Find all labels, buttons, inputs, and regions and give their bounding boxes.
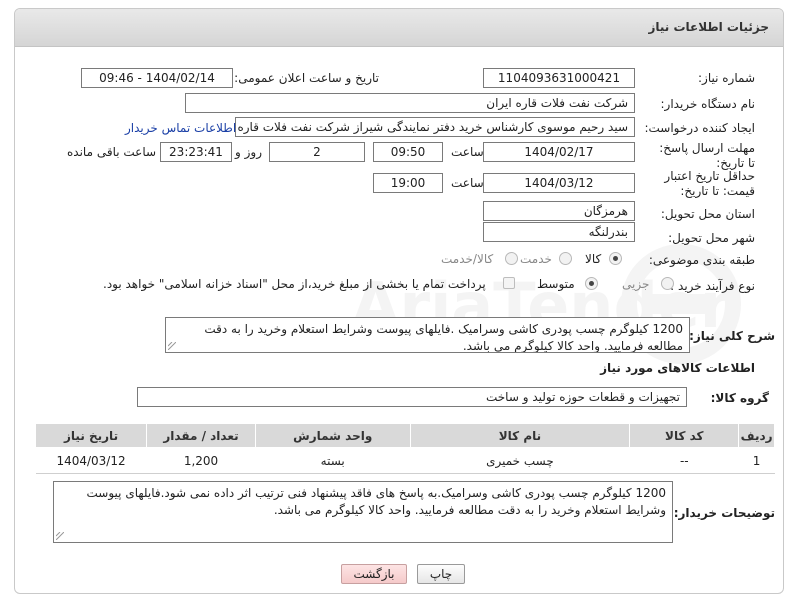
announce-label: تاریخ و ساعت اعلان عمومی: bbox=[234, 71, 379, 85]
panel-header: جزئیات اطلاعات نیاز bbox=[15, 9, 783, 47]
purchase-type-label: نوع فرآیند خرید : bbox=[670, 279, 755, 293]
treasury-payment-note: پرداخت تمام یا بخشی از مبلغ خرید،از محل … bbox=[103, 277, 486, 291]
province-label: استان محل تحویل: bbox=[660, 207, 755, 221]
province-field: هرمزگان bbox=[483, 201, 635, 221]
general-desc-label: شرح کلی نیاز: bbox=[689, 329, 775, 343]
back-button[interactable]: بازگشت bbox=[341, 564, 407, 584]
need-number-field: 1104093631000421 bbox=[483, 68, 635, 88]
buyer-org-field: شرکت نفت فلات قاره ایران bbox=[185, 93, 635, 113]
treasury-payment-checkbox[interactable] bbox=[503, 277, 515, 289]
need-details-panel: جزئیات اطلاعات نیاز AriaTender شماره نیا… bbox=[14, 8, 784, 594]
print-button[interactable]: چاپ bbox=[417, 564, 465, 584]
general-desc-text: 1200 کیلوگرم چسب پودری کاشی وسرامیک .فای… bbox=[204, 322, 683, 353]
resize-grip-icon[interactable] bbox=[56, 532, 64, 540]
cell-date: 1404/03/12 bbox=[35, 447, 147, 474]
goods-group-label: گروه کالا: bbox=[710, 391, 769, 405]
goods-table: ردیف کد کالا نام کالا واحد شمارش تعداد /… bbox=[34, 423, 775, 474]
price-validity-label: حداقل تاریخ اعتبار قیمت: تا تاریخ: bbox=[664, 169, 755, 198]
cell-name: چسب خمیری bbox=[410, 447, 630, 474]
cell-unit: بسته bbox=[255, 447, 410, 474]
category-option-goods: کالا bbox=[585, 252, 602, 266]
category-radio-service[interactable] bbox=[559, 252, 572, 265]
cell-row: 1 bbox=[738, 447, 775, 474]
col-unit: واحد شمارش bbox=[254, 423, 411, 448]
reply-deadline-date: 1404/02/17 bbox=[483, 142, 635, 162]
goods-group-field: تجهیزات و قطعات حوزه تولید و ساخت bbox=[137, 387, 687, 407]
creator-field: سید رحیم موسوی کارشناس خرید دفتر نمایندگ… bbox=[235, 117, 635, 137]
price-validity-time-label: ساعت bbox=[451, 176, 484, 190]
category-option-both: کالا/خدمت bbox=[441, 252, 494, 266]
col-code: کد کالا bbox=[629, 423, 740, 448]
table-row: 1 -- چسب خمیری بسته 1,200 1404/03/12 bbox=[35, 447, 775, 474]
remaining-time-label: ساعت باقی مانده bbox=[67, 145, 157, 159]
buyer-org-label: نام دستگاه خریدار: bbox=[660, 97, 756, 111]
purchase-option-minor: جزیی bbox=[622, 277, 650, 291]
panel-title: جزئیات اطلاعات نیاز bbox=[648, 20, 769, 34]
buyer-notes-label: توضیحات خریدار: bbox=[673, 506, 775, 520]
buyer-notes-text: 1200 کیلوگرم چسب پودری کاشی وسرامیک.به پ… bbox=[86, 486, 667, 517]
col-name: نام کالا bbox=[409, 423, 631, 448]
col-qty: تعداد / مقدار bbox=[146, 423, 256, 448]
category-radio-goods[interactable] bbox=[609, 252, 622, 265]
city-label: شهر محل تحویل: bbox=[668, 231, 755, 245]
purchase-option-medium: متوسط bbox=[537, 277, 575, 291]
buyer-contact-link[interactable]: اطلاعات تماس خریدار bbox=[125, 121, 236, 135]
remaining-time-field: 23:23:41 bbox=[160, 142, 232, 162]
price-validity-time: 19:00 bbox=[373, 173, 443, 193]
need-number-label: شماره نیاز: bbox=[698, 71, 755, 85]
category-option-service: خدمت bbox=[520, 252, 552, 266]
purchase-radio-medium[interactable] bbox=[585, 277, 598, 290]
creator-label: ایجاد کننده درخواست: bbox=[644, 121, 755, 135]
announce-field: 1404/02/14 - 09:46 bbox=[81, 68, 233, 88]
price-validity-date: 1404/03/12 bbox=[483, 173, 635, 193]
cell-qty: 1,200 bbox=[146, 447, 256, 474]
buyer-notes-field: 1200 کیلوگرم چسب پودری کاشی وسرامیک.به پ… bbox=[53, 481, 673, 543]
reply-days-label: روز و bbox=[235, 145, 262, 159]
goods-section-title: اطلاعات کالاهای مورد نیاز bbox=[600, 361, 755, 375]
reply-deadline-label: مهلت ارسال پاسخ: تا تاریخ: bbox=[659, 141, 755, 170]
col-date: تاریخ نیاز bbox=[34, 423, 148, 448]
reply-time-label: ساعت bbox=[451, 145, 484, 159]
category-radio-both[interactable] bbox=[505, 252, 518, 265]
cell-code: -- bbox=[629, 447, 739, 474]
general-desc-field: 1200 کیلوگرم چسب پودری کاشی وسرامیک .فای… bbox=[165, 317, 690, 353]
category-label: طبقه بندی موضوعی: bbox=[648, 253, 755, 267]
resize-grip-icon[interactable] bbox=[168, 342, 176, 350]
city-field: بندرلنگه bbox=[483, 222, 635, 242]
goods-table-header: ردیف کد کالا نام کالا واحد شمارش تعداد /… bbox=[34, 423, 775, 448]
reply-days-field: 2 bbox=[269, 142, 365, 162]
purchase-radio-minor[interactable] bbox=[661, 277, 674, 290]
col-row: ردیف bbox=[738, 423, 775, 448]
reply-deadline-time: 09:50 bbox=[373, 142, 443, 162]
